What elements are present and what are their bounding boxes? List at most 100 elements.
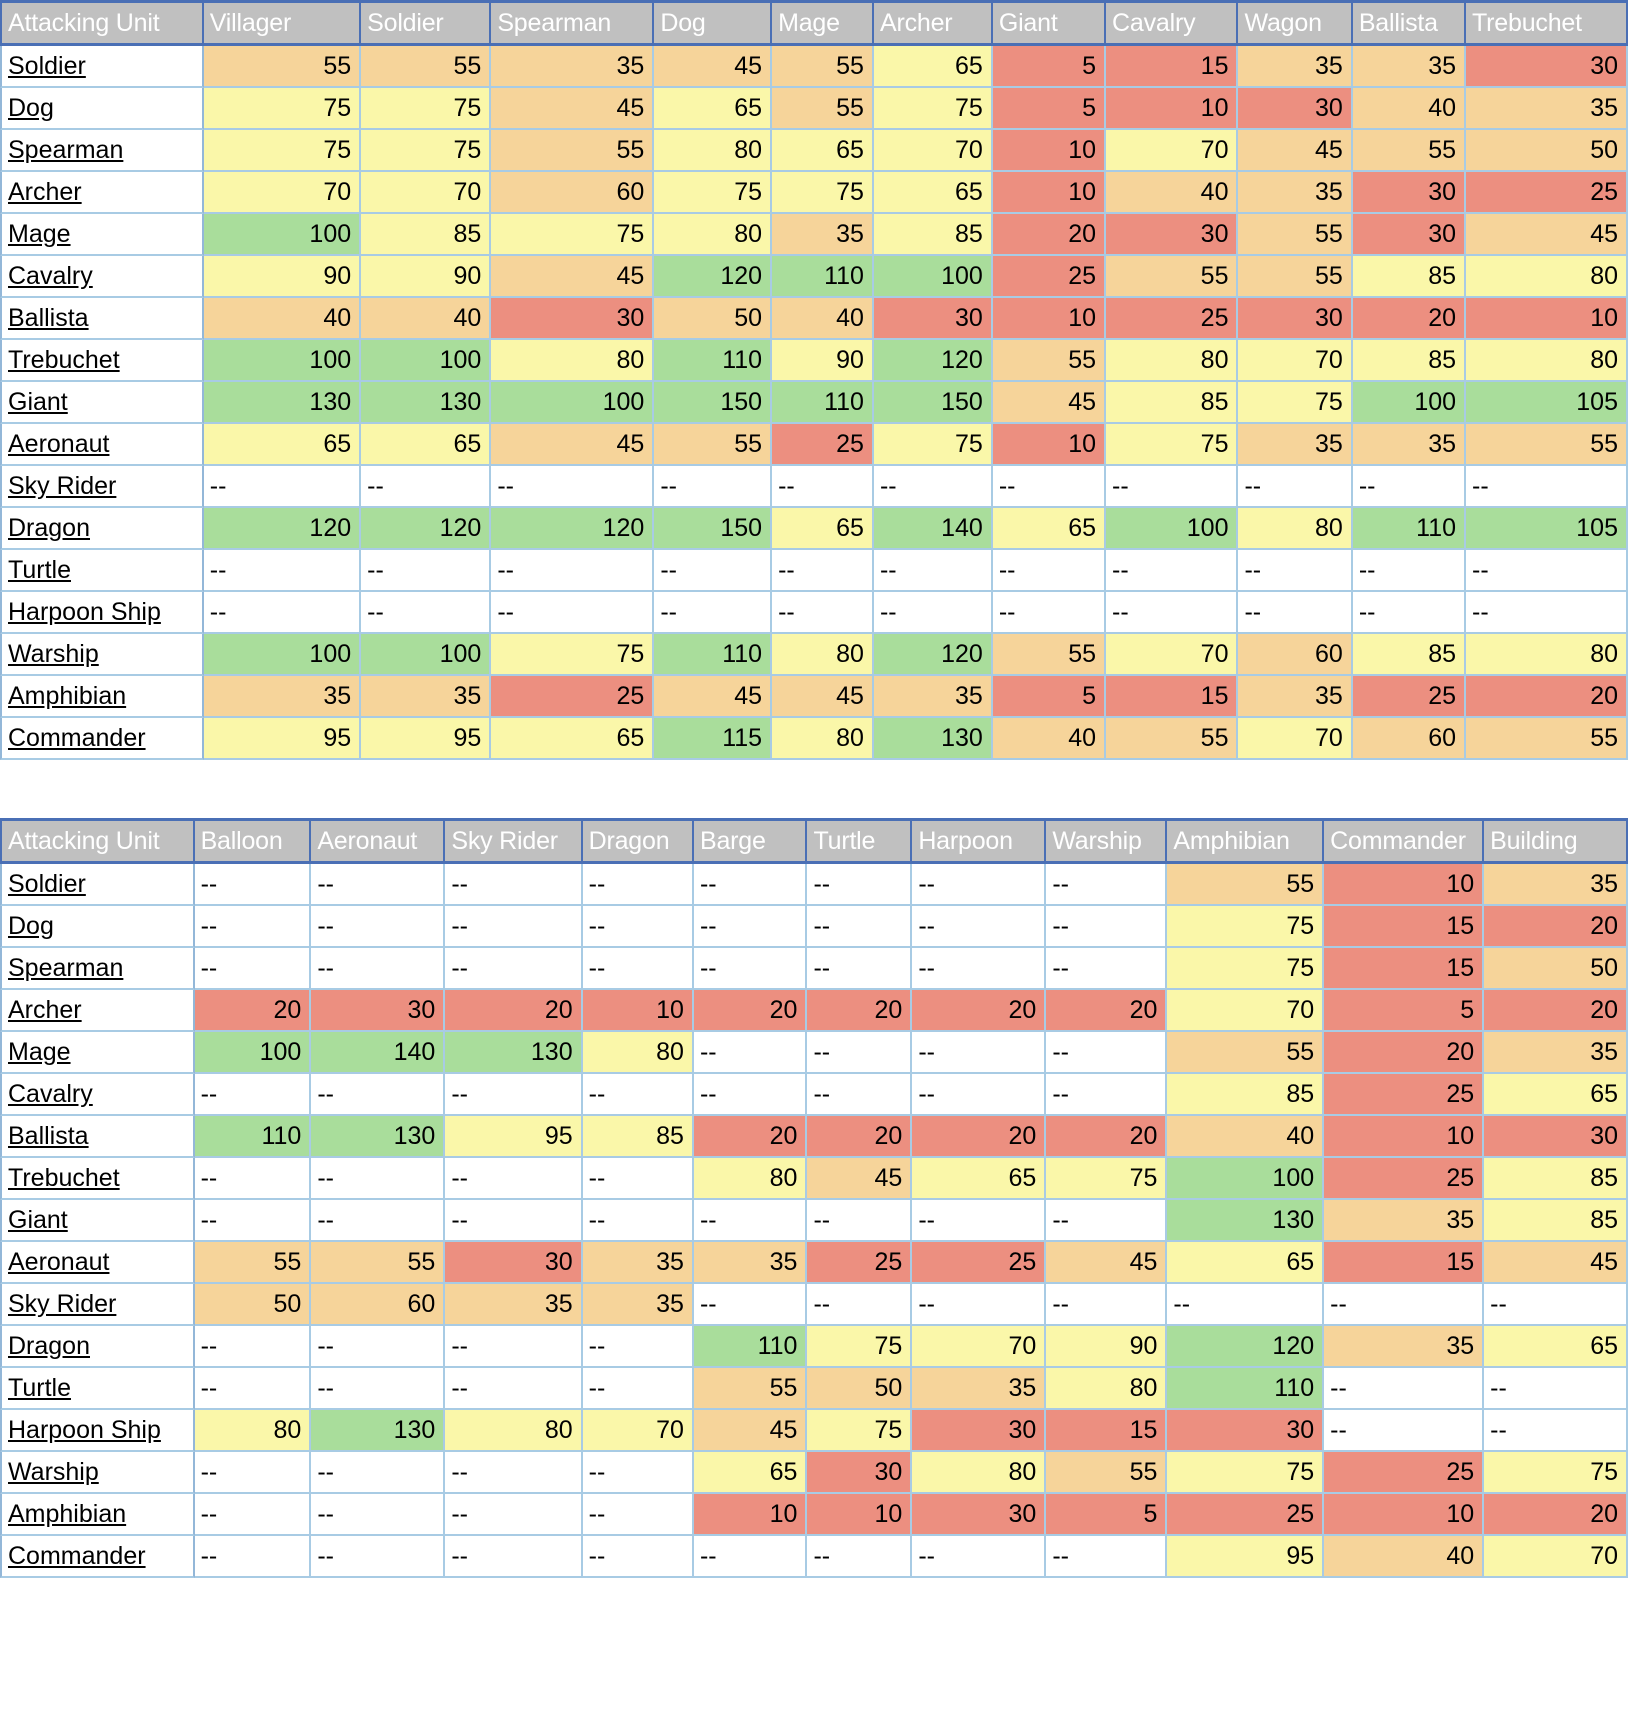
cell-mage-vs-harpoon: --: [912, 1032, 1047, 1074]
row-label-ballista[interactable]: Ballista: [0, 1116, 195, 1158]
cell-ballista-vs-spearman: 30: [491, 298, 655, 340]
cell-harpoon-ship-vs-ballista: --: [1352, 592, 1467, 634]
row-label-giant[interactable]: Giant: [0, 1200, 195, 1242]
column-header-turtle[interactable]: Turtle: [807, 818, 913, 864]
cell-turtle-vs-giant: --: [992, 550, 1107, 592]
cell-dog-vs-ballista: 40: [1352, 88, 1467, 130]
row-label-dog[interactable]: Dog: [0, 88, 204, 130]
column-header-spearman[interactable]: Spearman: [491, 0, 655, 46]
row-label-soldier[interactable]: Soldier: [0, 864, 195, 906]
row-label-cavalry[interactable]: Cavalry: [0, 256, 204, 298]
row-label-harpoon-ship[interactable]: Harpoon Ship: [0, 1410, 195, 1452]
row-label-amphibian[interactable]: Amphibian: [0, 1494, 195, 1536]
cell-mage-vs-villager: 100: [203, 214, 362, 256]
row-label-sky-rider[interactable]: Sky Rider: [0, 466, 204, 508]
column-header-trebuchet[interactable]: Trebuchet: [1466, 0, 1628, 46]
column-header-villager[interactable]: Villager: [203, 0, 362, 46]
cell-dog-vs-harpoon: --: [912, 906, 1047, 948]
row-label-turtle[interactable]: Turtle: [0, 550, 204, 592]
row-label-ballista[interactable]: Ballista: [0, 298, 204, 340]
cell-amphibian-vs-barge: 10: [693, 1494, 808, 1536]
column-header-aeronaut[interactable]: Aeronaut: [311, 818, 446, 864]
cell-spearman-vs-spearman: 55: [491, 130, 655, 172]
cell-ballista-vs-wagon: 30: [1238, 298, 1353, 340]
cell-cavalry-vs-mage: 110: [772, 256, 874, 298]
row-label-amphibian[interactable]: Amphibian: [0, 676, 204, 718]
column-header-harpoon[interactable]: Harpoon: [912, 818, 1047, 864]
row-label-text: Turtle: [8, 1374, 71, 1402]
cell-harpoon-ship-vs-aeronaut: 130: [311, 1410, 446, 1452]
row-label-mage[interactable]: Mage: [0, 214, 204, 256]
cell-dog-vs-warship: --: [1046, 906, 1168, 948]
table-row: Commander 95 95 65 115 80 130 40 55 70 60 55: [0, 718, 1628, 760]
cell-ballista-vs-aeronaut: 130: [311, 1116, 446, 1158]
cell-cavalry-vs-trebuchet: 80: [1466, 256, 1628, 298]
row-label-turtle[interactable]: Turtle: [0, 1368, 195, 1410]
row-label-warship[interactable]: Warship: [0, 634, 204, 676]
row-label-aeronaut[interactable]: Aeronaut: [0, 424, 204, 466]
column-header-sky-rider[interactable]: Sky Rider: [445, 818, 583, 864]
row-label-archer[interactable]: Archer: [0, 172, 204, 214]
row-label-dragon[interactable]: Dragon: [0, 1326, 195, 1368]
row-label-soldier[interactable]: Soldier: [0, 46, 204, 88]
cell-amphibian-vs-ballista: 25: [1352, 676, 1467, 718]
row-label-sky-rider[interactable]: Sky Rider: [0, 1284, 195, 1326]
row-label-aeronaut[interactable]: Aeronaut: [0, 1242, 195, 1284]
row-label-mage[interactable]: Mage: [0, 1032, 195, 1074]
row-label-dog[interactable]: Dog: [0, 906, 195, 948]
row-label-cavalry[interactable]: Cavalry: [0, 1074, 195, 1116]
cell-dog-vs-soldier: 75: [361, 88, 492, 130]
column-header-cavalry[interactable]: Cavalry: [1106, 0, 1239, 46]
row-label-spearman[interactable]: Spearman: [0, 948, 195, 990]
row-label-dragon[interactable]: Dragon: [0, 508, 204, 550]
cell-turtle-vs-balloon: --: [194, 1368, 312, 1410]
row-label-commander[interactable]: Commander: [0, 718, 204, 760]
column-header-attacking-unit[interactable]: Attacking Unit: [0, 818, 195, 864]
row-label-text: Cavalry: [8, 262, 93, 290]
cell-dragon-vs-spearman: 120: [491, 508, 655, 550]
cell-archer-vs-cavalry: 40: [1106, 172, 1239, 214]
column-header-commander[interactable]: Commander: [1324, 818, 1485, 864]
cell-amphibian-vs-aeronaut: --: [311, 1494, 446, 1536]
cell-aeronaut-vs-balloon: 55: [194, 1242, 312, 1284]
cell-archer-vs-dog: 75: [654, 172, 773, 214]
row-label-giant[interactable]: Giant: [0, 382, 204, 424]
column-header-attacking-unit[interactable]: Attacking Unit: [0, 0, 204, 46]
column-header-dragon[interactable]: Dragon: [582, 818, 694, 864]
row-label-text: Harpoon Ship: [8, 1416, 161, 1444]
cell-archer-vs-dragon: 10: [582, 990, 694, 1032]
row-label-harpoon-ship[interactable]: Harpoon Ship: [0, 592, 204, 634]
row-label-trebuchet[interactable]: Trebuchet: [0, 1158, 195, 1200]
column-header-giant[interactable]: Giant: [992, 0, 1107, 46]
cell-soldier-vs-sky-rider: --: [445, 864, 583, 906]
cell-trebuchet-vs-cavalry: 80: [1106, 340, 1239, 382]
column-header-warship[interactable]: Warship: [1046, 818, 1168, 864]
cell-turtle-vs-trebuchet: --: [1466, 550, 1628, 592]
column-header-balloon[interactable]: Balloon: [194, 818, 312, 864]
column-header-wagon[interactable]: Wagon: [1238, 0, 1353, 46]
cell-dog-vs-wagon: 30: [1238, 88, 1353, 130]
row-label-text: Giant: [8, 388, 68, 416]
row-label-spearman[interactable]: Spearman: [0, 130, 204, 172]
cell-aeronaut-vs-sky-rider: 30: [445, 1242, 583, 1284]
column-header-soldier[interactable]: Soldier: [361, 0, 492, 46]
row-label-trebuchet[interactable]: Trebuchet: [0, 340, 204, 382]
column-header-amphibian[interactable]: Amphibian: [1167, 818, 1325, 864]
row-label-archer[interactable]: Archer: [0, 990, 195, 1032]
column-header-dog[interactable]: Dog: [654, 0, 773, 46]
column-header-barge[interactable]: Barge: [693, 818, 808, 864]
cell-soldier-vs-ballista: 35: [1352, 46, 1467, 88]
column-header-mage[interactable]: Mage: [772, 0, 874, 46]
row-label-warship[interactable]: Warship: [0, 1452, 195, 1494]
table-row: Spearman 75 75 55 80 65 70 10 70 45 55 50: [0, 130, 1628, 172]
cell-ballista-vs-warship: 20: [1046, 1116, 1168, 1158]
column-header-ballista[interactable]: Ballista: [1352, 0, 1467, 46]
cell-aeronaut-vs-amphibian: 65: [1167, 1242, 1325, 1284]
cell-amphibian-vs-giant: 5: [992, 676, 1107, 718]
column-header-archer[interactable]: Archer: [873, 0, 993, 46]
column-header-building[interactable]: Building: [1484, 818, 1628, 864]
cell-harpoon-ship-vs-harpoon: 30: [912, 1410, 1047, 1452]
cell-mage-vs-warship: --: [1046, 1032, 1168, 1074]
row-label-commander[interactable]: Commander: [0, 1536, 195, 1578]
cell-soldier-vs-giant: 5: [992, 46, 1107, 88]
